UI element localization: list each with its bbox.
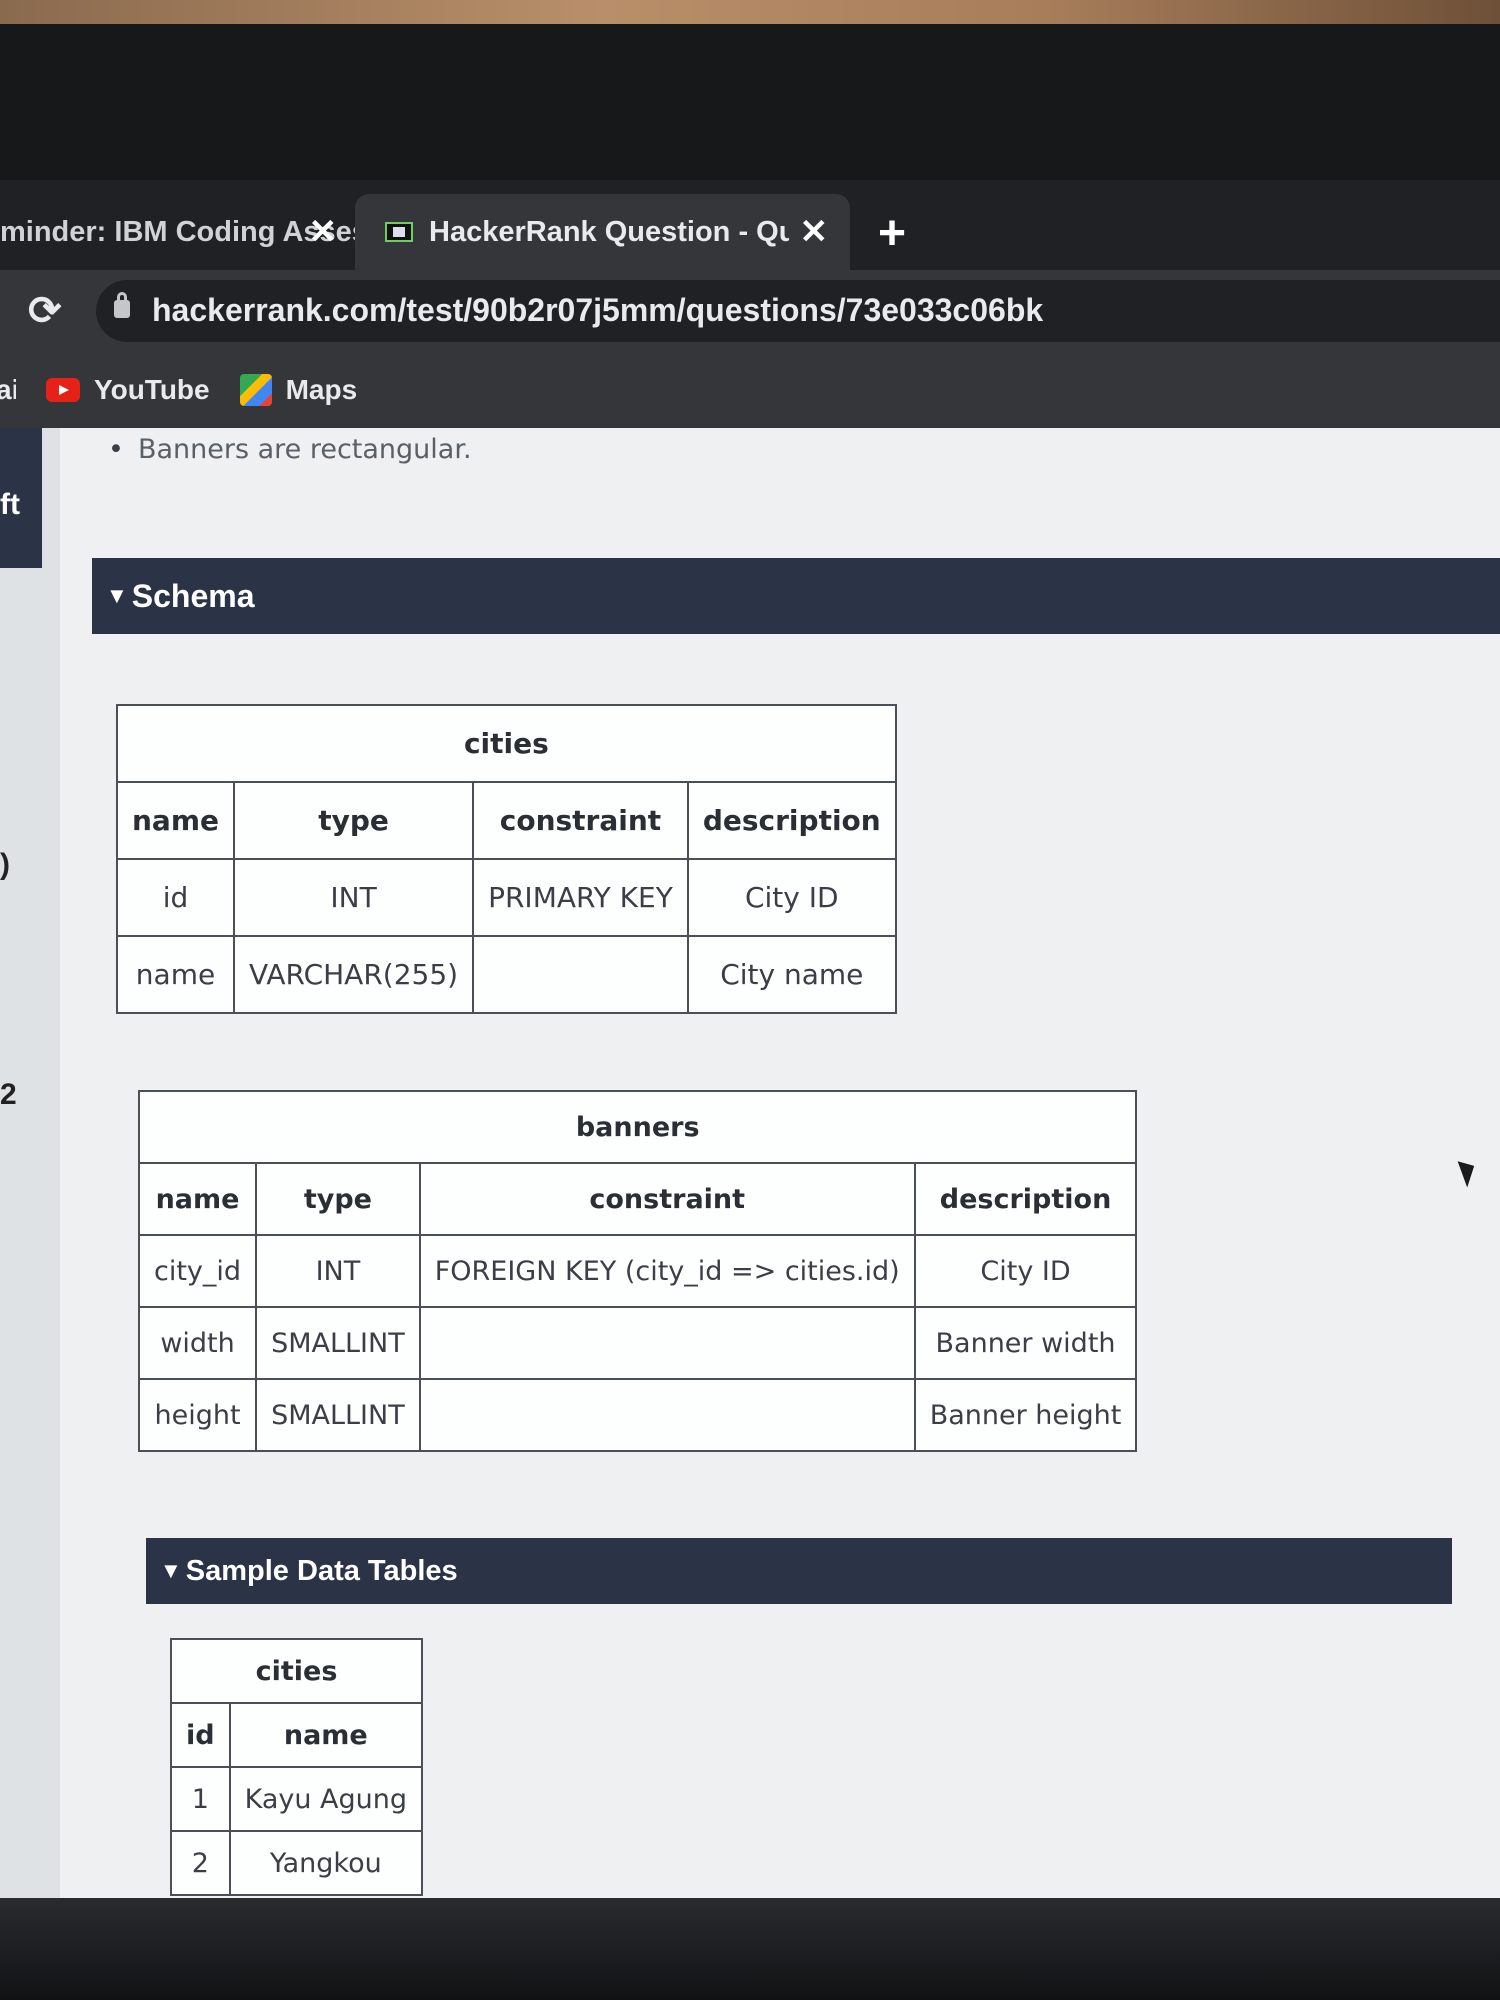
table-cell: SMALLINT	[255, 1306, 421, 1380]
address-bar[interactable]: hackerrank.com/test/90b2r07j5mm/question…	[96, 280, 1500, 342]
table-cell	[472, 935, 689, 1014]
bookmark-youtube[interactable]: YouTube	[46, 374, 210, 406]
table-header-row: id name	[170, 1702, 424, 1768]
table-cell: width	[137, 1306, 258, 1380]
table-cell: PRIMARY KEY	[472, 858, 689, 937]
sidebar-fragment: 2	[0, 1078, 17, 1111]
table-cell: Kayu Agung	[228, 1766, 424, 1832]
bookmark-label: ail	[0, 374, 16, 405]
table-cell: FOREIGN KEY (city_id => cities.id)	[418, 1234, 916, 1308]
table-cell: 2	[170, 1830, 231, 1896]
table-row: city_id INT FOREIGN KEY (city_id => citi…	[137, 1234, 1138, 1308]
table-cell: City ID	[913, 1234, 1138, 1308]
table-row: 1 Kayu Agung	[170, 1766, 424, 1832]
tab-ibm-coding-assessment[interactable]: minder: IBM Coding Assess ✕	[0, 194, 355, 270]
table-cell: id	[116, 858, 235, 937]
table-cell: 1	[170, 1766, 231, 1832]
table-row: 2 Yangkou	[170, 1830, 424, 1896]
cities-sample-table: cities id name 1 Kayu Agung 2 Yangkou	[169, 1638, 424, 1896]
close-tab-icon[interactable]: ✕	[309, 212, 338, 252]
section-title: Sample Data Tables	[185, 1554, 458, 1587]
cities-schema-table: cities name type constraint description …	[116, 704, 897, 1014]
table-caption: cities	[169, 1638, 424, 1704]
column-header: description	[913, 1162, 1138, 1236]
reload-icon[interactable]: ⟳	[28, 288, 62, 334]
table-cell: VARCHAR(255)	[232, 935, 475, 1014]
tab-hackerrank-question[interactable]: HackerRank Question - Questi ✕	[355, 194, 850, 270]
sample-data-section-header[interactable]: ▼ Sample Data Tables	[146, 1538, 1452, 1604]
table-row: height SMALLINT Banner height	[137, 1378, 1138, 1452]
new-tab-button[interactable]: +	[878, 206, 906, 261]
lock-icon[interactable]	[114, 292, 130, 318]
banners-schema-table: banners name type constraint description…	[137, 1090, 1138, 1452]
hackerrank-favicon-icon	[385, 222, 413, 242]
table-cell: name	[116, 935, 235, 1014]
table-cell: height	[137, 1378, 258, 1452]
table-cell: SMALLINT	[255, 1378, 421, 1452]
table-row: name VARCHAR(255) City name	[116, 935, 897, 1014]
sidebar-active-item[interactable]: ft	[0, 428, 42, 568]
browser-toolbar: ⟳ hackerrank.com/test/90b2r07j5mm/questi…	[0, 270, 1500, 352]
table-header-row: name type constraint description	[116, 781, 897, 860]
table-cell	[418, 1378, 916, 1452]
bookmark-gmail[interactable]: ail	[0, 374, 16, 406]
table-header-row: name type constraint description	[137, 1162, 1138, 1236]
column-header: constraint	[418, 1162, 916, 1236]
table-cell: City ID	[686, 858, 897, 937]
url-text[interactable]: hackerrank.com/test/90b2r07j5mm/question…	[152, 292, 1043, 329]
table-cell: Banner height	[913, 1378, 1138, 1452]
column-header: description	[686, 781, 897, 860]
column-header: type	[232, 781, 475, 860]
caret-down-icon: ▼	[106, 583, 128, 608]
table-caption: cities	[116, 704, 897, 783]
youtube-icon	[46, 378, 80, 402]
table-cell: City name	[686, 935, 897, 1014]
section-title: Schema	[131, 577, 255, 614]
table-cell: INT	[255, 1234, 421, 1308]
table-cell: Yangkou	[228, 1830, 424, 1896]
maps-icon	[239, 374, 272, 406]
bookmark-label: Maps	[285, 374, 358, 405]
page-content: ft ) 2 Banners are rectangular. ▼ Schema…	[0, 428, 1500, 1898]
monitor-bezel-bottom	[0, 1898, 1500, 2000]
table-cell	[418, 1306, 916, 1380]
close-tab-icon[interactable]: ✕	[800, 212, 829, 252]
column-header: constraint	[472, 781, 689, 860]
table-row: width SMALLINT Banner width	[137, 1306, 1138, 1380]
bookmark-label: YouTube	[94, 374, 210, 405]
bullet-text: Banners are rectangular.	[108, 434, 472, 465]
table-row: id INT PRIMARY KEY City ID	[116, 858, 897, 937]
table-caption: banners	[137, 1090, 1138, 1164]
sidebar-fragment: )	[0, 848, 10, 881]
caret-down-icon: ▼	[160, 1558, 182, 1583]
bookmark-maps[interactable]: Maps	[239, 374, 358, 406]
column-header: id	[170, 1702, 231, 1768]
column-header: name	[116, 781, 235, 860]
column-header: name	[137, 1162, 258, 1236]
left-sidebar	[0, 428, 60, 1898]
table-cell: city_id	[137, 1234, 258, 1308]
tab-title: HackerRank Question - Questi	[429, 215, 789, 248]
column-header: type	[255, 1162, 421, 1236]
schema-section-header[interactable]: ▼ Schema	[92, 558, 1500, 634]
column-header: name	[228, 1702, 424, 1768]
table-cell: INT	[232, 858, 475, 937]
table-cell: Banner width	[913, 1306, 1138, 1380]
tab-strip: minder: IBM Coding Assess ✕ HackerRank Q…	[0, 180, 1500, 270]
tab-title: minder: IBM Coding Assess	[0, 215, 355, 248]
bookmarks-bar: ail YouTube Maps	[0, 352, 1500, 428]
sidebar-fragment: ft	[0, 488, 20, 521]
